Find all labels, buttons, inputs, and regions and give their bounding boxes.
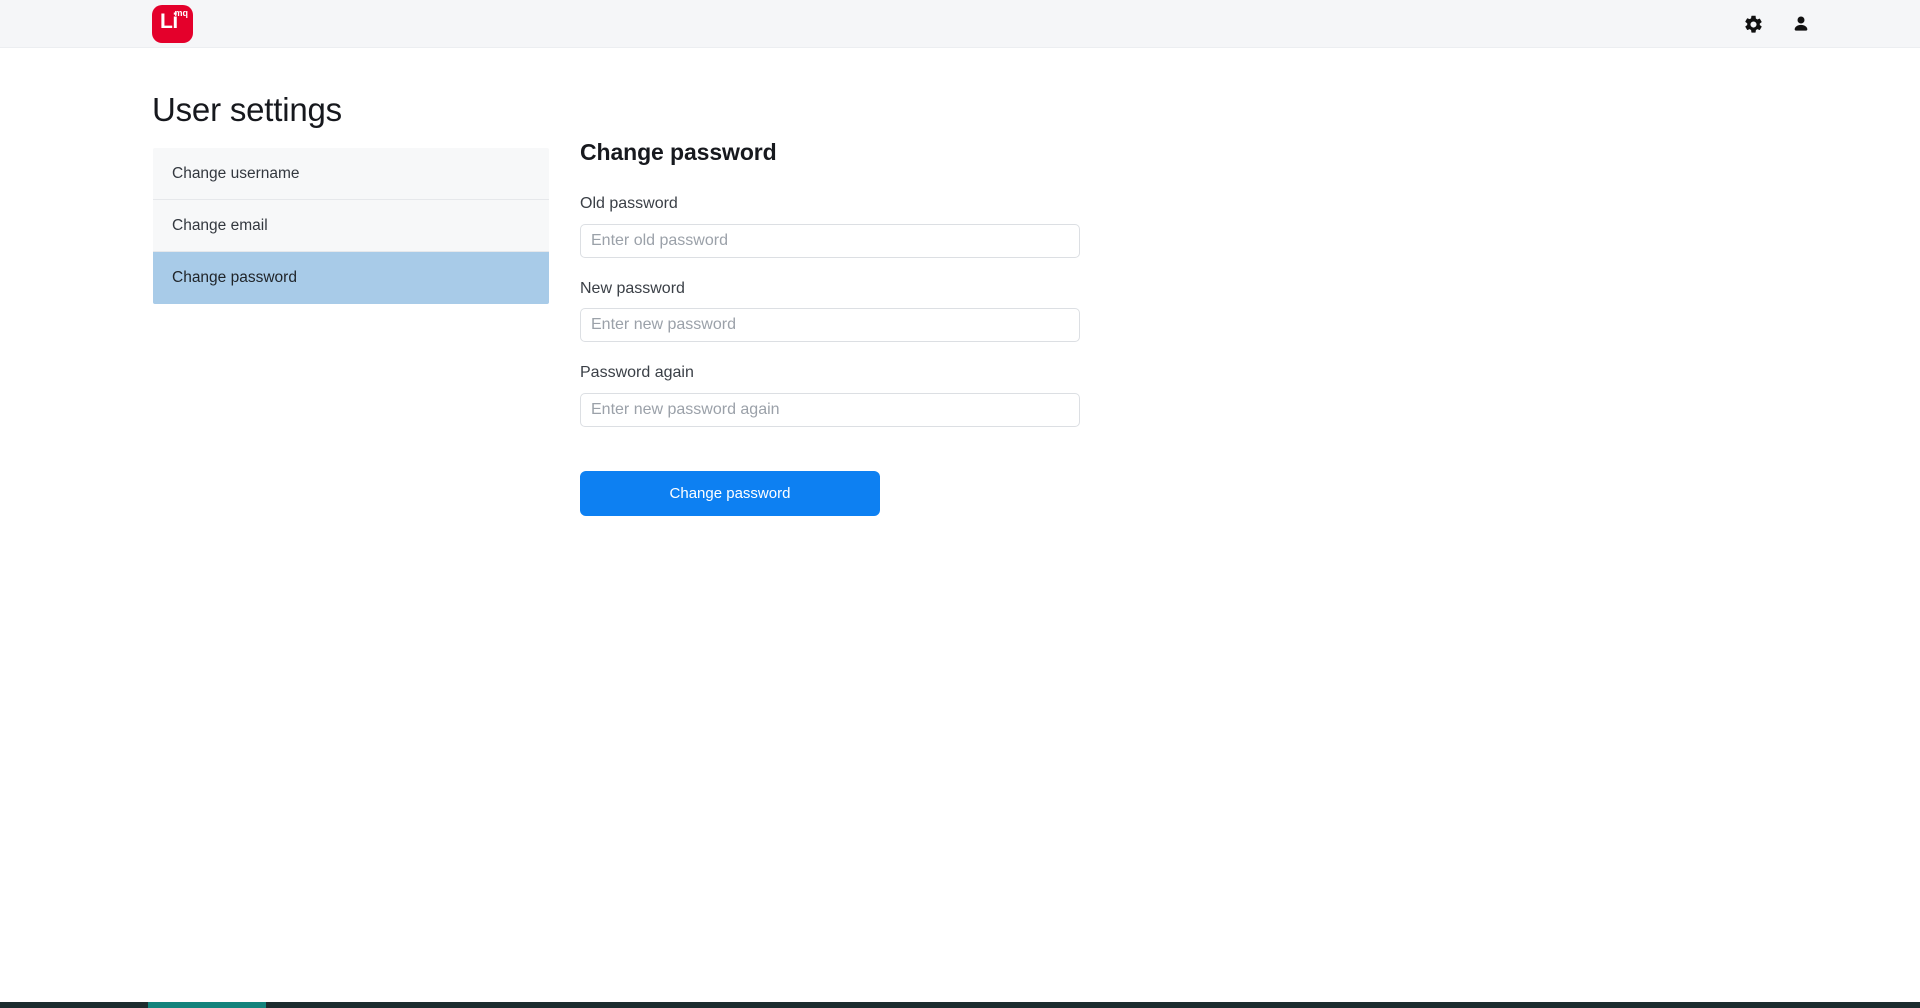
page-content: User settings Change username Change ema… (0, 48, 1920, 1003)
change-password-form: Change password Old password New passwor… (580, 139, 1100, 517)
account-button[interactable] (1790, 13, 1812, 35)
new-password-label: New password (580, 279, 685, 297)
new-password-input[interactable] (580, 308, 1080, 343)
sidebar-item-label: Change email (172, 216, 268, 234)
app-logo[interactable]: Li mq (152, 5, 193, 43)
password-again-input[interactable] (580, 393, 1080, 428)
user-icon (1791, 14, 1811, 34)
sidebar-item-label: Change password (172, 269, 297, 286)
form-title: Change password (580, 139, 777, 165)
bottom-strip (0, 1002, 1920, 1008)
new-password-field-group: New password (580, 280, 1100, 343)
top-bar-actions (1742, 0, 1812, 48)
password-again-field-group: Password again (580, 364, 1100, 428)
bottom-strip-accent (148, 1002, 266, 1008)
top-bar: Li mq (0, 0, 1920, 48)
sidebar-item-change-email[interactable]: Change email (153, 200, 549, 252)
sidebar-item-label: Change username (172, 164, 300, 182)
old-password-input[interactable] (580, 223, 1080, 258)
page-title: User settings (152, 91, 342, 128)
submit-row: Change password (580, 471, 1100, 517)
password-again-label: Password again (580, 364, 694, 382)
app-logo-superscript-text: mq (174, 8, 189, 18)
sidebar-item-change-username[interactable]: Change username (153, 148, 549, 200)
old-password-field-group: Old password (580, 195, 1100, 258)
settings-button[interactable] (1742, 13, 1764, 35)
old-password-label: Old password (580, 195, 678, 213)
settings-nav: Change username Change email Change pass… (153, 148, 549, 304)
sidebar-item-change-password[interactable]: Change password (153, 252, 549, 304)
gear-icon (1743, 14, 1764, 35)
change-password-button[interactable]: Change password (580, 471, 880, 517)
